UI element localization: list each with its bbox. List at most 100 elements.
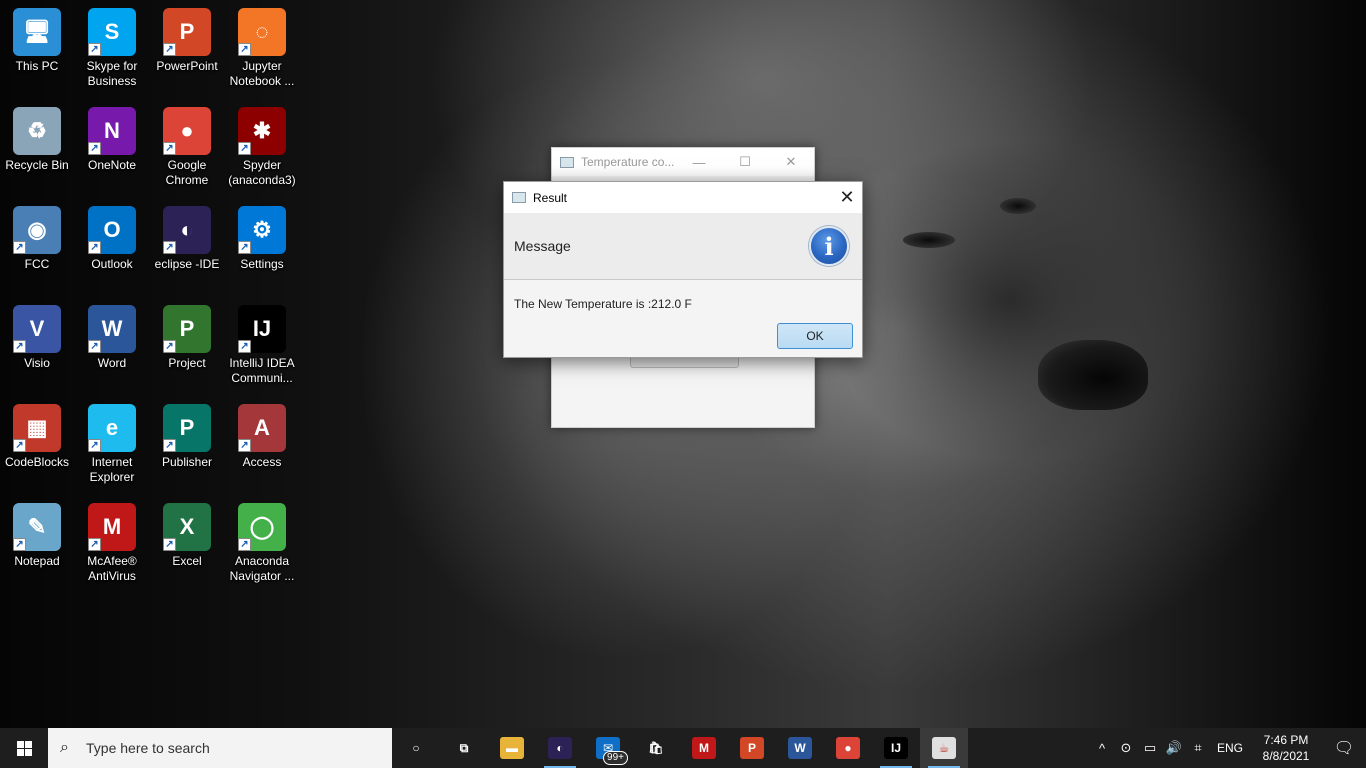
desktop-icon[interactable]: ◌ ↗ Jupyter Notebook ... [225, 0, 299, 96]
desktop-icon-label: Settings [240, 257, 284, 271]
desktop-icon[interactable]: P ↗ Publisher [150, 396, 224, 492]
app-icon: ◌ ↗ [238, 8, 286, 56]
shortcut-arrow-icon: ↗ [163, 43, 176, 56]
taskbar-search-box[interactable]: ⌕ Type here to search [48, 728, 392, 768]
shortcut-arrow-icon: ↗ [13, 340, 26, 353]
desktop-icon-label: Skype for Business [86, 59, 138, 88]
shortcut-arrow-icon: ↗ [88, 142, 101, 155]
taskbar: ⌕ Type here to search ○ ⧉ ▬ ◐ ✉ 99+ 🛍 M P W ● IJ ☕ ^… [0, 728, 1366, 768]
clock[interactable]: 7:46 PM 8/8/2021 [1250, 732, 1322, 764]
taskbar-powerpoint-button[interactable]: P [728, 728, 776, 768]
desktop-icon-label: Jupyter Notebook ... [229, 59, 295, 88]
network-icon[interactable]: ⌗ [1186, 740, 1210, 756]
search-placeholder: Type here to search [86, 740, 210, 756]
shortcut-arrow-icon: ↗ [163, 439, 176, 452]
shortcut-arrow-icon: ↗ [238, 538, 251, 551]
taskbar-intellij-button[interactable]: IJ [872, 728, 920, 768]
app-icon: ⚙ ↗ [238, 206, 286, 254]
dialog-titlebar[interactable]: Result ✕ [504, 182, 862, 213]
eclipse-icon: ◐ [548, 737, 572, 759]
desktop-icon[interactable]: P ↗ Project [150, 297, 224, 393]
notification-center-icon[interactable]: 🗨 [1322, 738, 1366, 758]
close-button[interactable]: ✕ [768, 148, 814, 176]
desktop-icon[interactable]: X ↗ Excel [150, 495, 224, 591]
desktop-icon-label: eclipse -IDE [154, 257, 220, 271]
desktop-icon[interactable]: W ↗ Word [75, 297, 149, 393]
taskbar-java-button[interactable]: ☕ [920, 728, 968, 768]
clock-date: 8/8/2021 [1262, 749, 1310, 763]
taskbar-file-explorer-button[interactable]: ▬ [488, 728, 536, 768]
desktop-icon[interactable]: V ↗ Visio [0, 297, 74, 393]
volume-icon[interactable]: 🔊 [1162, 740, 1186, 756]
taskbar-store-button[interactable]: 🛍 [632, 728, 680, 768]
taskbar-mail-button[interactable]: ✉ 99+ [584, 728, 632, 768]
desktop-icon-label: Anaconda Navigator ... [229, 554, 295, 583]
desktop-icon[interactable]: ◯ ↗ Anaconda Navigator ... [225, 495, 299, 591]
wallpaper-lion-eye [1000, 198, 1036, 214]
desktop-icon-label: Project [168, 356, 206, 370]
desktop-icon[interactable]: ◐ ↗ eclipse -IDE [150, 198, 224, 294]
cortana-icon: ○ [412, 741, 420, 755]
input-language-indicator[interactable]: ENG [1210, 741, 1250, 755]
desktop-icon[interactable]: ♻ Recycle Bin [0, 99, 74, 195]
store-icon: 🛍 [648, 741, 664, 755]
file-explorer-icon: ▬ [500, 737, 524, 759]
desktop-icon[interactable]: O ↗ Outlook [75, 198, 149, 294]
minimize-button[interactable]: — [676, 148, 722, 176]
taskbar-cortana-button[interactable]: ○ [392, 728, 440, 768]
desktop-icon-label: Excel [172, 554, 202, 568]
shortcut-arrow-icon: ↗ [238, 340, 251, 353]
app-icon: O ↗ [88, 206, 136, 254]
desktop-icon[interactable]: A ↗ Access [225, 396, 299, 492]
meet-now-icon[interactable]: ⊙ [1114, 740, 1138, 756]
desktop-icon-label: FCC [24, 257, 50, 271]
desktop-icon[interactable]: ⚙ ↗ Settings [225, 198, 299, 294]
app-icon: ◯ ↗ [238, 503, 286, 551]
shortcut-arrow-icon: ↗ [88, 538, 101, 551]
desktop-icon[interactable]: ◉ ↗ FCC [0, 198, 74, 294]
shortcut-arrow-icon: ↗ [88, 340, 101, 353]
desktop-icon[interactable]: 🖥 This PC [0, 0, 74, 96]
desktop-icon-label: OneNote [87, 158, 137, 172]
powerpoint-icon: P [740, 737, 764, 759]
desktop-icon[interactable]: ● ↗ Google Chrome [150, 99, 224, 195]
ok-button[interactable]: OK [777, 323, 853, 349]
taskbar-mcafee-button[interactable]: M [680, 728, 728, 768]
app-icon: N ↗ [88, 107, 136, 155]
show-hidden-icons-chevron-icon[interactable]: ^ [1090, 741, 1114, 756]
shortcut-arrow-icon: ↗ [238, 241, 251, 254]
battery-icon[interactable]: ▭ [1138, 740, 1162, 756]
app-icon: V ↗ [13, 305, 61, 353]
desktop-icon[interactable]: N ↗ OneNote [75, 99, 149, 195]
dialog-close-button[interactable]: ✕ [832, 183, 862, 213]
desktop-icon-label: Publisher [161, 455, 213, 469]
maximize-button[interactable]: ☐ [722, 148, 768, 176]
app-icon: S ↗ [88, 8, 136, 56]
desktop-icon[interactable]: IJ ↗ IntelliJ IDEA Communi... [225, 297, 299, 393]
taskbar-eclipse-button[interactable]: ◐ [536, 728, 584, 768]
desktop-icon[interactable]: e ↗ Internet Explorer [75, 396, 149, 492]
desktop-icon[interactable]: P ↗ PowerPoint [150, 0, 224, 96]
desktop-icon-label: Visio [24, 356, 50, 370]
app-icon: P ↗ [163, 305, 211, 353]
start-button[interactable] [0, 728, 48, 768]
desktop-icon-label: McAfee® AntiVirus [87, 554, 137, 583]
result-dialog[interactable]: Result ✕ Message i The New Temperature i… [503, 181, 863, 358]
window-titlebar[interactable]: Temperature co... — ☐ ✕ [552, 148, 814, 176]
taskbar-word-button[interactable]: W [776, 728, 824, 768]
desktop-icon[interactable]: ▦ ↗ CodeBlocks [0, 396, 74, 492]
shortcut-arrow-icon: ↗ [163, 241, 176, 254]
taskbar-task-view-button[interactable]: ⧉ [440, 728, 488, 768]
desktop-icon-label: Access [242, 455, 282, 469]
desktop-icon[interactable]: ✎ ↗ Notepad [0, 495, 74, 591]
desktop-icon-label: Spyder (anaconda3) [228, 158, 296, 187]
app-icon: ▦ ↗ [13, 404, 61, 452]
desktop-icon[interactable]: S ↗ Skype for Business [75, 0, 149, 96]
shortcut-arrow-icon: ↗ [238, 43, 251, 56]
search-icon: ⌕ [60, 739, 69, 756]
desktop-icon[interactable]: M ↗ McAfee® AntiVirus [75, 495, 149, 591]
shortcut-arrow-icon: ↗ [88, 43, 101, 56]
taskbar-chrome-button[interactable]: ● [824, 728, 872, 768]
app-icon: X ↗ [163, 503, 211, 551]
desktop-icon[interactable]: ✱ ↗ Spyder (anaconda3) [225, 99, 299, 195]
